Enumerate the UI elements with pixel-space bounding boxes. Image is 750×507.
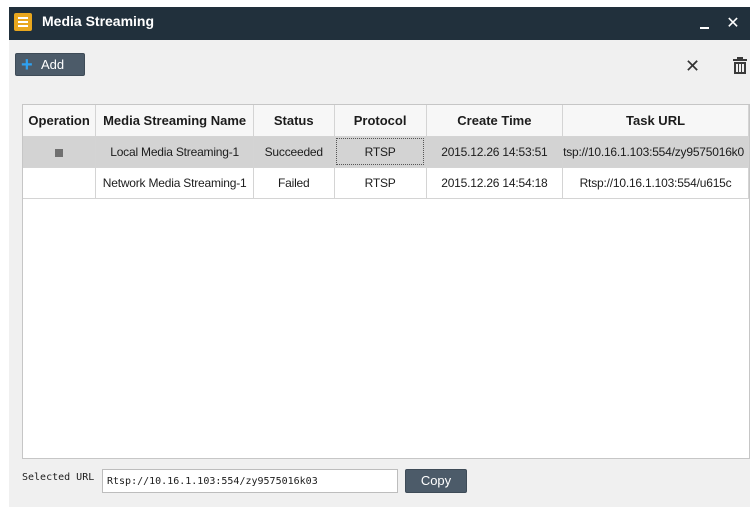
name-cell: Network Media Streaming-1 xyxy=(95,167,254,199)
column-header-operation[interactable]: Operation xyxy=(23,105,97,137)
close-button[interactable]: ✕ xyxy=(721,7,745,40)
column-header-protocol[interactable]: Protocol xyxy=(334,105,427,137)
operation-cell[interactable] xyxy=(23,136,97,168)
column-header-name[interactable]: Media Streaming Name xyxy=(95,105,254,137)
column-header-status[interactable]: Status xyxy=(253,105,335,137)
x-icon: ✕ xyxy=(685,56,701,76)
status-cell: Succeeded xyxy=(253,136,335,168)
column-header-create-time[interactable]: Create Time xyxy=(426,105,564,137)
delete-selected-button[interactable]: ✕ xyxy=(685,57,700,75)
status-cell: Failed xyxy=(253,167,335,199)
create-time-cell: 2015.12.26 14:54:18 xyxy=(426,167,564,199)
title-bar: Media Streaming ✕ xyxy=(9,7,750,40)
column-header-task-url[interactable]: Task URL xyxy=(562,105,749,137)
task-url-cell: tsp://10.16.1.103:554/zy9575016k0 xyxy=(562,136,749,168)
trash-icon xyxy=(733,57,747,74)
add-button-label: Add xyxy=(41,57,65,72)
plus-icon: + xyxy=(21,54,33,76)
protocol-cell[interactable]: RTSP xyxy=(334,136,427,168)
copy-button[interactable]: Copy xyxy=(405,469,467,493)
toolbar: + Add ✕ xyxy=(9,40,750,95)
close-icon: ✕ xyxy=(726,15,740,32)
minimize-button[interactable] xyxy=(692,7,716,40)
add-button[interactable]: + Add xyxy=(15,53,85,76)
streaming-table: Operation Media Streaming Name Status Pr… xyxy=(22,104,750,459)
clear-all-button[interactable] xyxy=(732,57,748,75)
operation-cell[interactable] xyxy=(23,167,97,199)
square-icon[interactable] xyxy=(55,148,64,157)
name-cell: Local Media Streaming-1 xyxy=(95,136,254,168)
selected-url-field[interactable] xyxy=(102,469,398,493)
selected-url-label: Selected URL xyxy=(22,472,95,483)
bottom-bar: Selected URL Copy xyxy=(9,459,750,507)
task-url-cell: Rtsp://10.16.1.103:554/u615c xyxy=(562,167,749,199)
protocol-cell: RTSP xyxy=(334,167,427,199)
focus-frame xyxy=(335,138,424,165)
table-row[interactable]: Network Media Streaming-1 Failed RTSP 20… xyxy=(23,167,749,199)
table-row[interactable]: Local Media Streaming-1 Succeeded RTSP 2… xyxy=(23,136,749,168)
minimize-icon xyxy=(700,27,709,29)
app-icon xyxy=(14,13,32,31)
create-time-cell: 2015.12.26 14:53:51 xyxy=(426,136,564,168)
media-streaming-window: Media Streaming ✕ + Add ✕ Operation Medi… xyxy=(9,7,750,507)
table-header-row: Operation Media Streaming Name Status Pr… xyxy=(23,105,749,137)
window-title: Media Streaming xyxy=(42,13,155,29)
